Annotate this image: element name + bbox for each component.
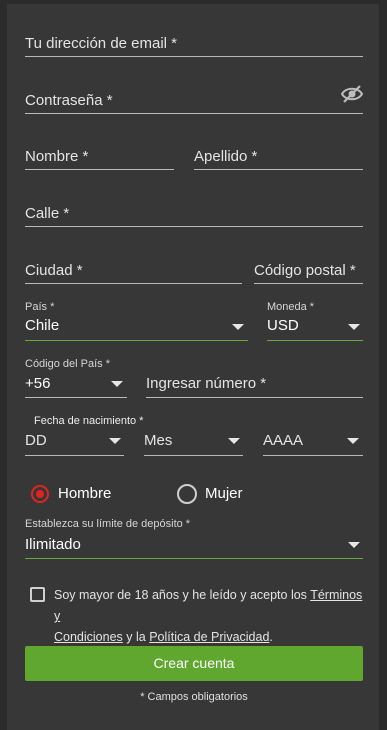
gender-male-radio[interactable] <box>31 485 49 503</box>
country-code-value: +56 <box>25 375 51 392</box>
terms-text-part: Soy mayor de 18 años y he leído y acepto… <box>54 588 311 602</box>
country-code-label: Código del País * <box>25 358 110 370</box>
last-name-underline <box>194 169 363 170</box>
dob-year-value: AAAA <box>263 432 304 449</box>
currency-label: Moneda * <box>267 301 315 313</box>
country-underline <box>25 340 248 341</box>
chevron-down-icon <box>348 324 360 330</box>
country-label: País * <box>25 301 55 313</box>
terms-text-part: . <box>269 630 273 644</box>
create-account-button[interactable]: Crear cuenta <box>25 646 363 681</box>
gender-male-label: Hombre <box>58 485 112 502</box>
dob-day-underline <box>25 455 124 456</box>
country-code-underline <box>25 397 127 398</box>
postal-code-underline <box>254 283 363 284</box>
terms-text-part: y la <box>122 630 150 644</box>
eye-slash-icon[interactable] <box>340 84 364 104</box>
required-fields-note: * Campos obligatorios <box>140 691 248 703</box>
last-name-label: Apellido * <box>194 148 258 165</box>
street-label: Calle * <box>25 205 70 222</box>
password-underline <box>25 113 363 114</box>
chevron-down-icon <box>232 324 244 330</box>
chevron-down-icon <box>348 542 360 548</box>
dob-day-value: DD <box>25 432 47 449</box>
privacy-policy-link[interactable]: Política de Privacidad <box>149 630 269 644</box>
first-name-label: Nombre * <box>25 148 89 165</box>
password-label: Contraseña * <box>25 92 113 109</box>
city-underline <box>25 283 242 284</box>
dob-month-underline <box>144 455 243 456</box>
currency-underline <box>267 340 363 341</box>
postal-code-label: Código postal * <box>254 262 356 279</box>
deposit-label: Establezca su límite de depósito * <box>25 518 191 530</box>
gender-female-label: Mujer <box>205 485 243 502</box>
dob-label: Fecha de nacimiento * <box>34 415 144 427</box>
currency-value: USD <box>267 317 299 334</box>
phone-placeholder: Ingresar número * <box>146 375 267 392</box>
email-label: Tu dirección de email * <box>25 35 178 52</box>
conditions-link[interactable]: Condiciones <box>54 630 123 644</box>
deposit-value: Ilimitado <box>25 536 81 553</box>
terms-text: Soy mayor de 18 años y he leído y acepto… <box>54 585 366 648</box>
first-name-underline <box>25 169 174 170</box>
country-value: Chile <box>25 317 60 334</box>
chevron-down-icon <box>228 438 240 444</box>
chevron-down-icon <box>111 381 123 387</box>
chevron-down-icon <box>109 438 121 444</box>
phone-underline <box>146 397 363 398</box>
city-label: Ciudad * <box>25 262 83 279</box>
dob-year-underline <box>263 455 363 456</box>
deposit-underline <box>25 558 363 559</box>
email-underline <box>25 56 363 57</box>
terms-checkbox[interactable] <box>30 587 45 602</box>
street-underline <box>25 226 363 227</box>
gender-female-radio[interactable] <box>177 484 197 504</box>
chevron-down-icon <box>347 438 359 444</box>
dob-month-value: Mes <box>144 432 173 449</box>
